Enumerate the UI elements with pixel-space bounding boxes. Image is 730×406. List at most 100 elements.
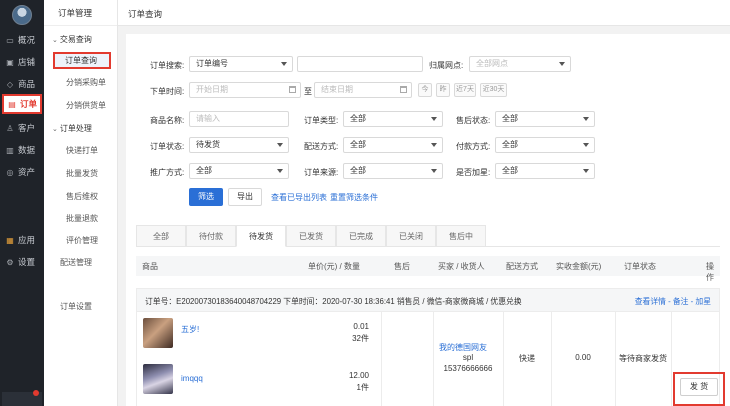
product-name-link[interactable]: imqqq bbox=[181, 374, 203, 383]
quick-7days-button[interactable]: 近7天 bbox=[454, 83, 476, 97]
chevron-down-icon bbox=[431, 143, 437, 147]
nav-item-label: 资产 bbox=[18, 167, 36, 177]
nav-item-label: 客户 bbox=[18, 123, 36, 133]
nav-item-orders[interactable]: ▤ 订单 bbox=[2, 94, 42, 114]
chevron-down-icon: ⌄ bbox=[52, 37, 58, 44]
sub-nav-title: 订单管理 bbox=[44, 0, 117, 26]
search-label: 订单搜索: bbox=[150, 61, 185, 70]
select-value: 待发货 bbox=[196, 140, 220, 149]
exported-list-link[interactable]: 查看已导出列表 bbox=[271, 192, 327, 203]
item-price: 12.00 bbox=[348, 371, 369, 380]
promo-select[interactable]: 全部 bbox=[189, 163, 289, 179]
tag-icon: ◇ bbox=[6, 79, 14, 89]
order-status-select[interactable]: 待发货 bbox=[189, 137, 289, 153]
chevron-down-icon bbox=[281, 62, 287, 66]
item-qty: 32件 bbox=[352, 334, 369, 343]
order-actions-links[interactable]: 查看详情 - 备注 - 加星 bbox=[635, 296, 711, 307]
nav-item-data[interactable]: ▥ 数据 bbox=[0, 140, 44, 160]
column-header-after-sale: 售后 bbox=[394, 262, 410, 271]
page-title: 订单查询 bbox=[128, 9, 163, 19]
nav-item-label: 概况 bbox=[18, 35, 36, 45]
order-type-select[interactable]: 全部 bbox=[343, 111, 443, 127]
receiver-name: spl bbox=[462, 353, 474, 362]
time-label: 下单时间: bbox=[150, 87, 185, 96]
apps-icon: ▦ bbox=[6, 235, 14, 245]
sub-nav-item-batch-ship[interactable]: 批量发货 bbox=[58, 165, 114, 182]
sub-nav-item-after-sale[interactable]: 售后维权 bbox=[58, 188, 114, 205]
delivery-select[interactable]: 全部 bbox=[343, 137, 443, 153]
sub-nav-item-order-query[interactable]: 订单查询 bbox=[53, 52, 111, 69]
item-qty: 1件 bbox=[356, 383, 369, 392]
order-query-panel: 订单搜索: 订单编号 归属网点: 全部网点 下单时间: 开始日期 至 结束日期 … bbox=[126, 34, 730, 406]
delivery-method: 快递 bbox=[519, 354, 535, 363]
star-select[interactable]: 全部 bbox=[495, 163, 595, 179]
reset-filters-link[interactable]: 重置筛选条件 bbox=[330, 192, 378, 203]
buyer-name-link[interactable]: 我的德国网友 bbox=[439, 342, 487, 353]
sub-nav-item-reviews[interactable]: 评价管理 bbox=[58, 232, 114, 249]
tab-after-sale[interactable]: 售后中 bbox=[436, 225, 486, 247]
nav-item-customers[interactable]: ♙ 客户 bbox=[0, 118, 44, 138]
type-label: 订单类型: bbox=[304, 116, 339, 125]
status-label: 订单状态: bbox=[150, 142, 185, 151]
pay-method-select[interactable]: 全部 bbox=[495, 137, 595, 153]
export-button[interactable]: 导出 bbox=[228, 188, 262, 206]
tab-pending-payment[interactable]: 待付款 bbox=[186, 225, 236, 247]
quick-today-button[interactable]: 今 bbox=[418, 83, 432, 97]
after-sale-select[interactable]: 全部 bbox=[495, 111, 595, 127]
nav-item-label: 店铺 bbox=[18, 57, 36, 67]
nav-item-overview[interactable]: ▭ 概况 bbox=[0, 30, 44, 50]
nav-item-label: 应用 bbox=[18, 235, 36, 245]
column-header-buyer: 买家 / 收货人 bbox=[438, 262, 485, 271]
goods-name-input[interactable]: 请输入 bbox=[189, 111, 289, 127]
ship-button[interactable]: 发 货 bbox=[680, 378, 718, 396]
start-date-input[interactable]: 开始日期 bbox=[189, 82, 301, 98]
status-tabs: 全部 待付款 待发货 已发货 已完成 已关闭 售后中 bbox=[136, 225, 720, 247]
nav-item-settings[interactable]: ⚙ 设置 bbox=[0, 252, 44, 272]
sub-nav-group-label: 交易查询 bbox=[59, 35, 92, 44]
nav-item-apps[interactable]: ▦ 应用 bbox=[0, 230, 44, 250]
product-image[interactable] bbox=[143, 364, 173, 394]
quick-yesterday-button[interactable]: 昨 bbox=[436, 83, 450, 97]
date-range-separator: 至 bbox=[304, 87, 312, 96]
tab-closed[interactable]: 已关闭 bbox=[386, 225, 436, 247]
quick-30days-button[interactable]: 近30天 bbox=[480, 83, 507, 97]
product-name-link[interactable]: 五岁! bbox=[181, 324, 199, 335]
source-select[interactable]: 全部 bbox=[343, 163, 443, 179]
belong-select[interactable]: 全部网点 bbox=[469, 56, 571, 72]
nav-item-goods[interactable]: ◇ 商品 bbox=[0, 74, 44, 94]
avatar[interactable] bbox=[12, 5, 32, 25]
pay-label: 付款方式: bbox=[456, 142, 491, 151]
nav-item-label: 数据 bbox=[18, 145, 36, 155]
search-input[interactable] bbox=[297, 56, 423, 72]
star-label: 是否加星: bbox=[456, 168, 491, 177]
tab-all[interactable]: 全部 bbox=[136, 225, 186, 247]
shop-icon: ▣ bbox=[6, 57, 14, 67]
sub-nav-item-express-print[interactable]: 快递打单 bbox=[58, 142, 114, 159]
tab-completed[interactable]: 已完成 bbox=[336, 225, 386, 247]
nav-item-assets[interactable]: ◎ 资产 bbox=[0, 162, 44, 182]
end-date-input[interactable]: 结束日期 bbox=[314, 82, 412, 98]
select-value: 全部 bbox=[196, 166, 212, 175]
page-header: 订单查询 bbox=[118, 0, 730, 26]
notification-indicator[interactable] bbox=[2, 390, 42, 406]
product-image[interactable] bbox=[143, 318, 173, 348]
nav-item-shop[interactable]: ▣ 店铺 bbox=[0, 52, 44, 72]
sub-nav-item-order-settings[interactable]: 订单设置 bbox=[52, 298, 108, 315]
main-nav-rail: ▭ 概况 ▣ 店铺 ◇ 商品 ▤ 订单 ♙ 客户 ▥ 数据 ◎ 资产 ▦ 应用 ⚙ 设置 bbox=[0, 0, 44, 406]
sub-nav-item-dist-supply[interactable]: 分销供货单 bbox=[58, 97, 114, 114]
column-divider bbox=[433, 312, 434, 406]
sub-nav-group-process[interactable]: ⌄ 订单处理 bbox=[52, 123, 92, 134]
receiver-phone: 15376666666 bbox=[443, 364, 493, 373]
input-placeholder: 请输入 bbox=[196, 114, 220, 123]
tab-shipped[interactable]: 已发货 bbox=[286, 225, 336, 247]
sub-nav-item-batch-refund[interactable]: 批量退款 bbox=[58, 210, 114, 227]
sub-nav-item-delivery[interactable]: 配送管理 bbox=[52, 254, 108, 271]
column-header-status: 订单状态 bbox=[624, 262, 656, 271]
search-type-select[interactable]: 订单编号 bbox=[189, 56, 293, 72]
filter-button[interactable]: 筛选 bbox=[189, 188, 223, 206]
tab-pending-shipment[interactable]: 待发货 bbox=[236, 225, 286, 247]
sub-nav-group-trade[interactable]: ⌄ 交易查询 bbox=[52, 34, 92, 45]
input-placeholder: 结束日期 bbox=[321, 85, 353, 94]
input-placeholder: 开始日期 bbox=[196, 85, 228, 94]
sub-nav-item-dist-purchase[interactable]: 分销采购单 bbox=[58, 74, 114, 91]
